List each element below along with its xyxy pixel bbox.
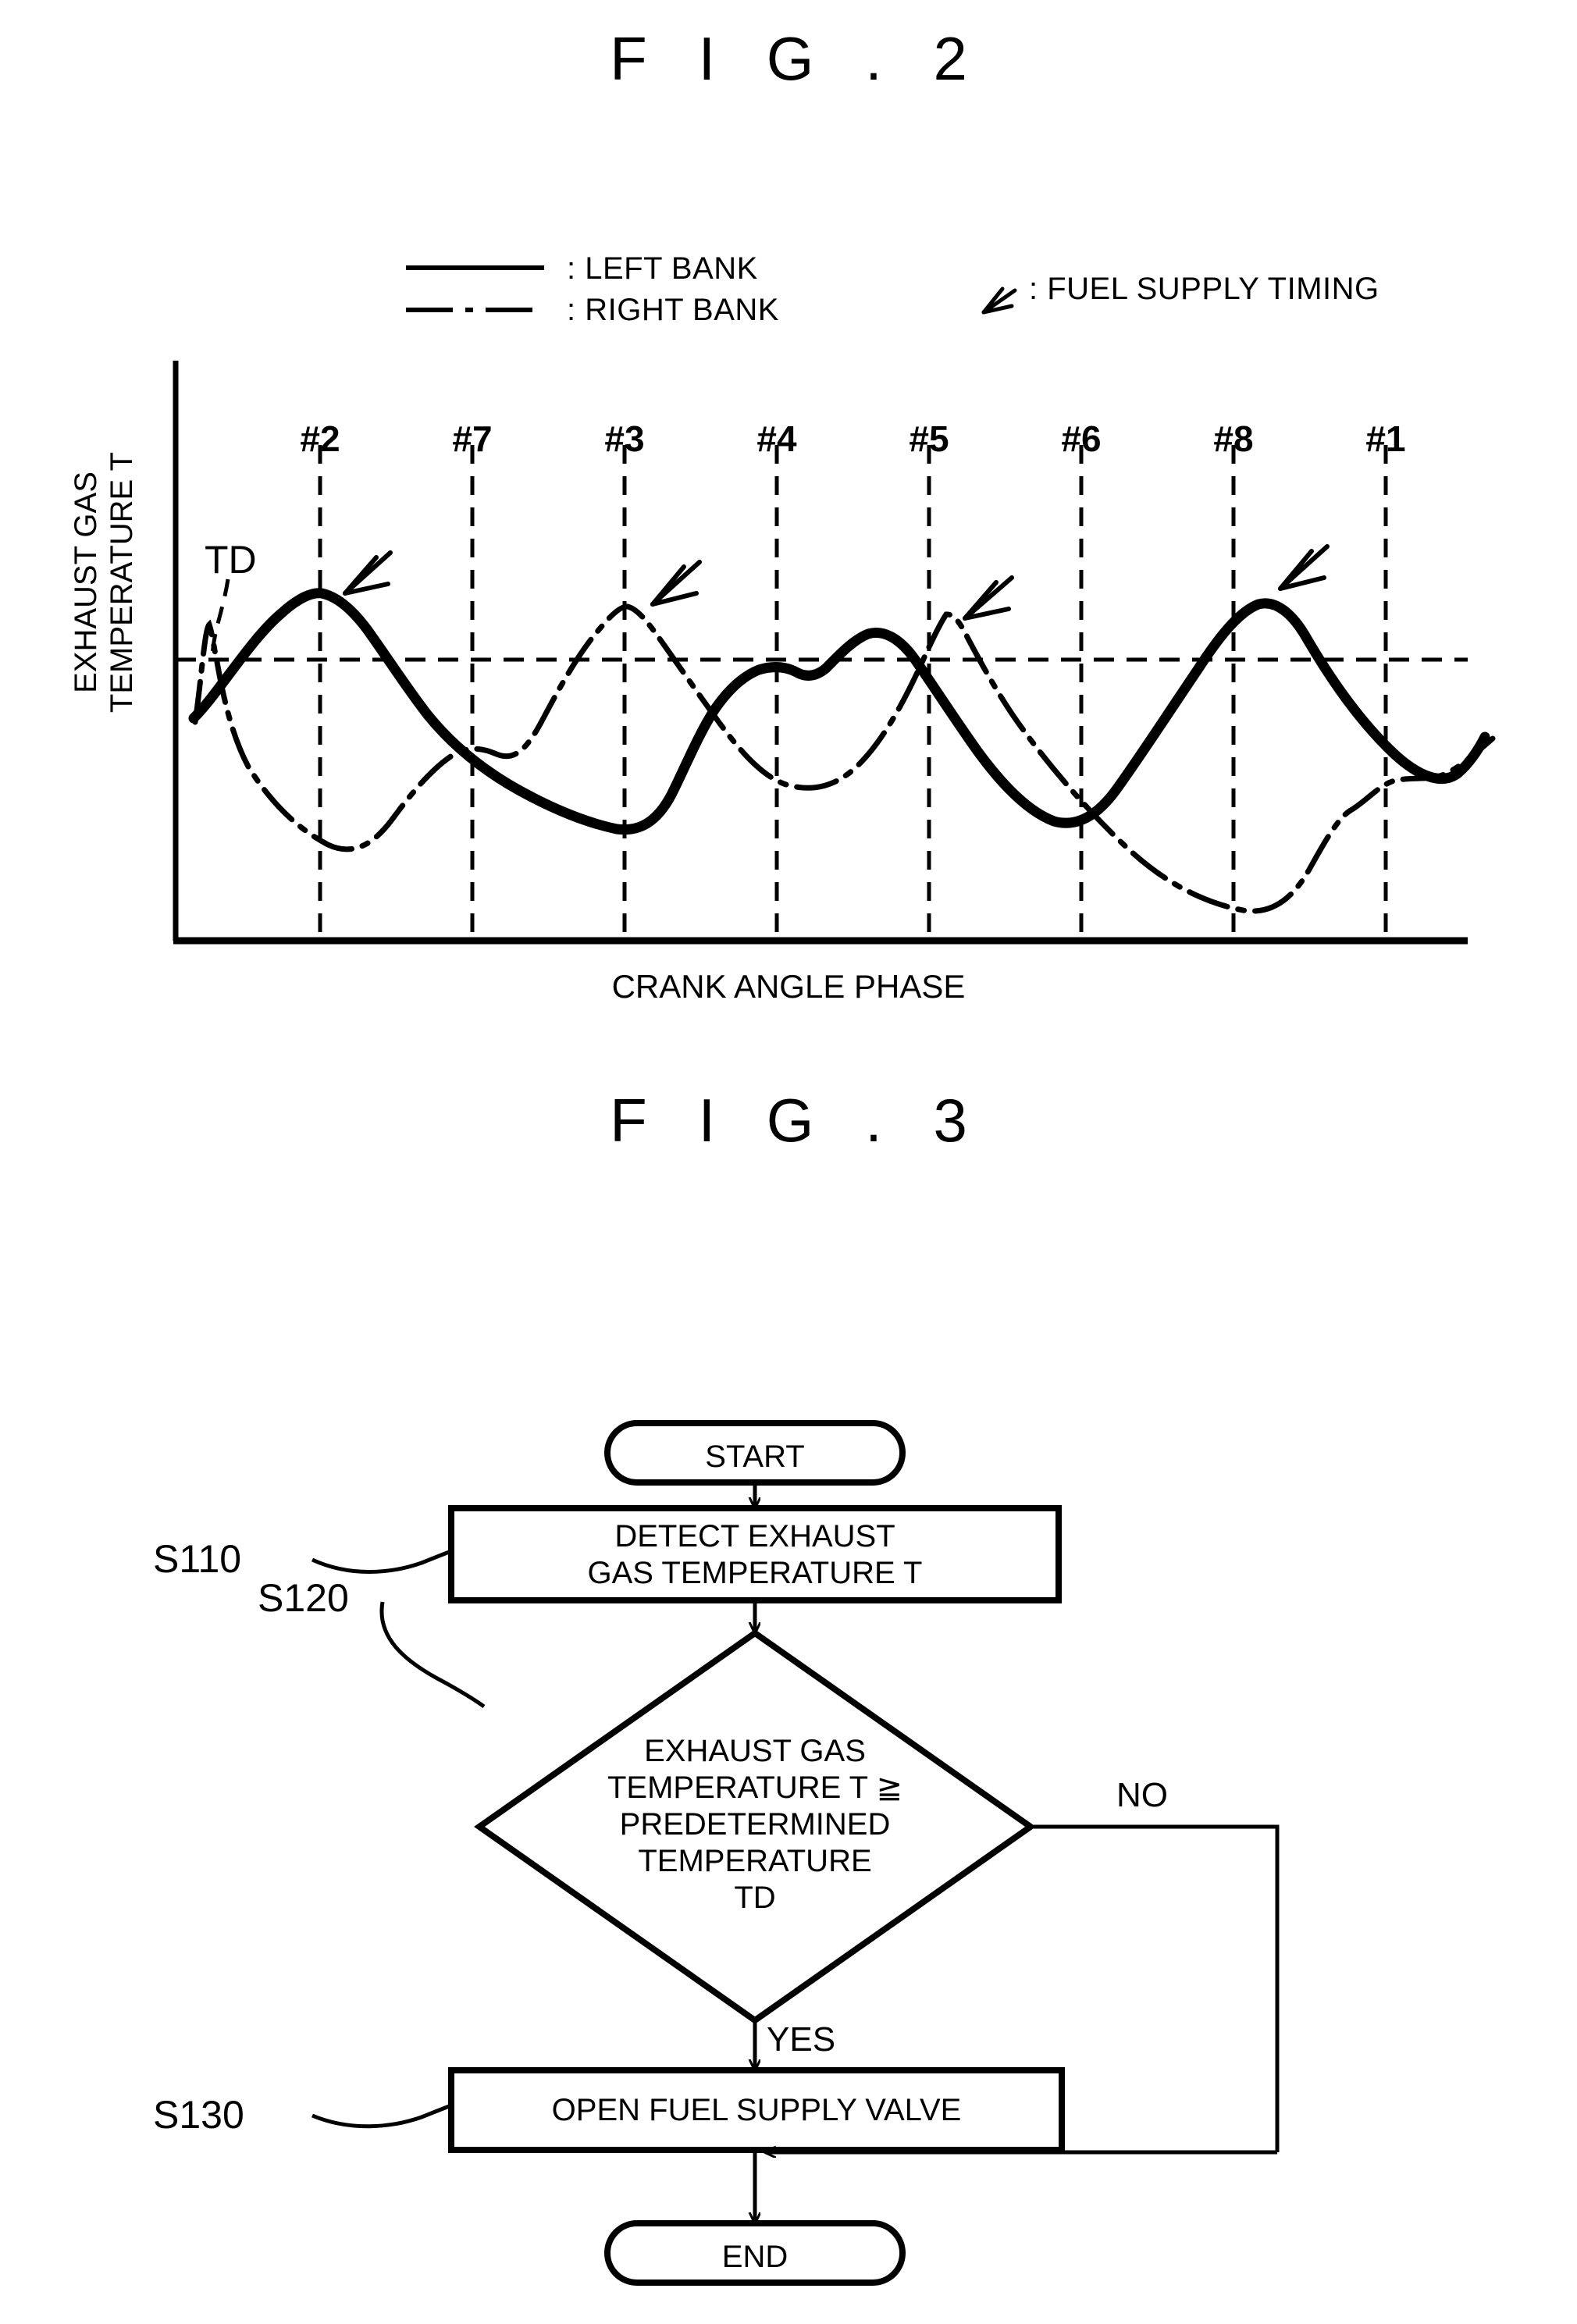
s110-leader-line [311, 1549, 452, 1574]
cylinder-gridlines [318, 445, 1388, 941]
cylinder-label-1: #7 [452, 418, 493, 459]
cylinder-label-5: #6 [1061, 418, 1102, 459]
cylinder-label-6: #8 [1213, 418, 1254, 459]
legend-fuel-supply-label: : FUEL SUPPLY TIMING [1029, 272, 1379, 306]
fuel-arrow-cyl-8 [1278, 544, 1330, 591]
y-axis-label: EXHAUST GAS TEMPERATURE T [69, 451, 139, 714]
s130-leader-line [311, 2103, 452, 2129]
end-node-shape[interactable] [604, 2220, 906, 2286]
s120-node-shape[interactable] [474, 1629, 1036, 2024]
chart-fuel-arrow-set [343, 544, 1330, 621]
branch-label-yes: YES [767, 2020, 836, 2059]
fuel-supply-arrow-icon [981, 286, 1017, 315]
branch-label-no: NO [1116, 1776, 1168, 1814]
td-threshold-label: TD [205, 538, 257, 582]
connector-no-branch [1031, 1824, 1280, 2152]
figure-2-canvas [173, 265, 1496, 945]
x-axis-label: CRANK ANGLE PHASE [611, 968, 966, 1005]
fuel-arrow-cyl-2 [343, 550, 393, 596]
start-node-shape[interactable] [604, 1420, 906, 1486]
legend-left-bank-label: : LEFT BANK [567, 251, 758, 286]
s110-node-shape[interactable] [448, 1505, 1062, 1603]
figure-2: F I G . 2: LEFT BANK: RIGHT BANK: FUE… [0, 0, 1577, 1038]
fuel-arrow-cyl-3 [650, 560, 702, 607]
cylinder-label-0: #2 [300, 418, 340, 459]
cylinder-label-3: #4 [756, 418, 797, 459]
s130-node-shape[interactable] [448, 2067, 1065, 2153]
step-tag-s130: S130 [153, 2093, 244, 2137]
patent-drawing-page: F I G . 2: LEFT BANK: RIGHT BANK: FUE… [0, 0, 1577, 2324]
fuel-arrow-cyl-5 [963, 575, 1014, 621]
s120-leader-line [379, 1601, 486, 1709]
left-bank-curve [188, 588, 1490, 835]
legend-right-bank-label: : RIGHT BANK [567, 293, 779, 327]
step-tag-s120: S120 [258, 1576, 349, 1620]
step-tag-s110: S110 [153, 1537, 242, 1581]
cylinder-label-7: #1 [1365, 418, 1406, 459]
cylinder-label-4: #5 [909, 418, 949, 459]
figure-3: F I G . 3 START DETECT EXHAUST GAS TEMPE… [0, 1038, 1577, 2324]
cylinder-label-2: #3 [604, 418, 645, 459]
